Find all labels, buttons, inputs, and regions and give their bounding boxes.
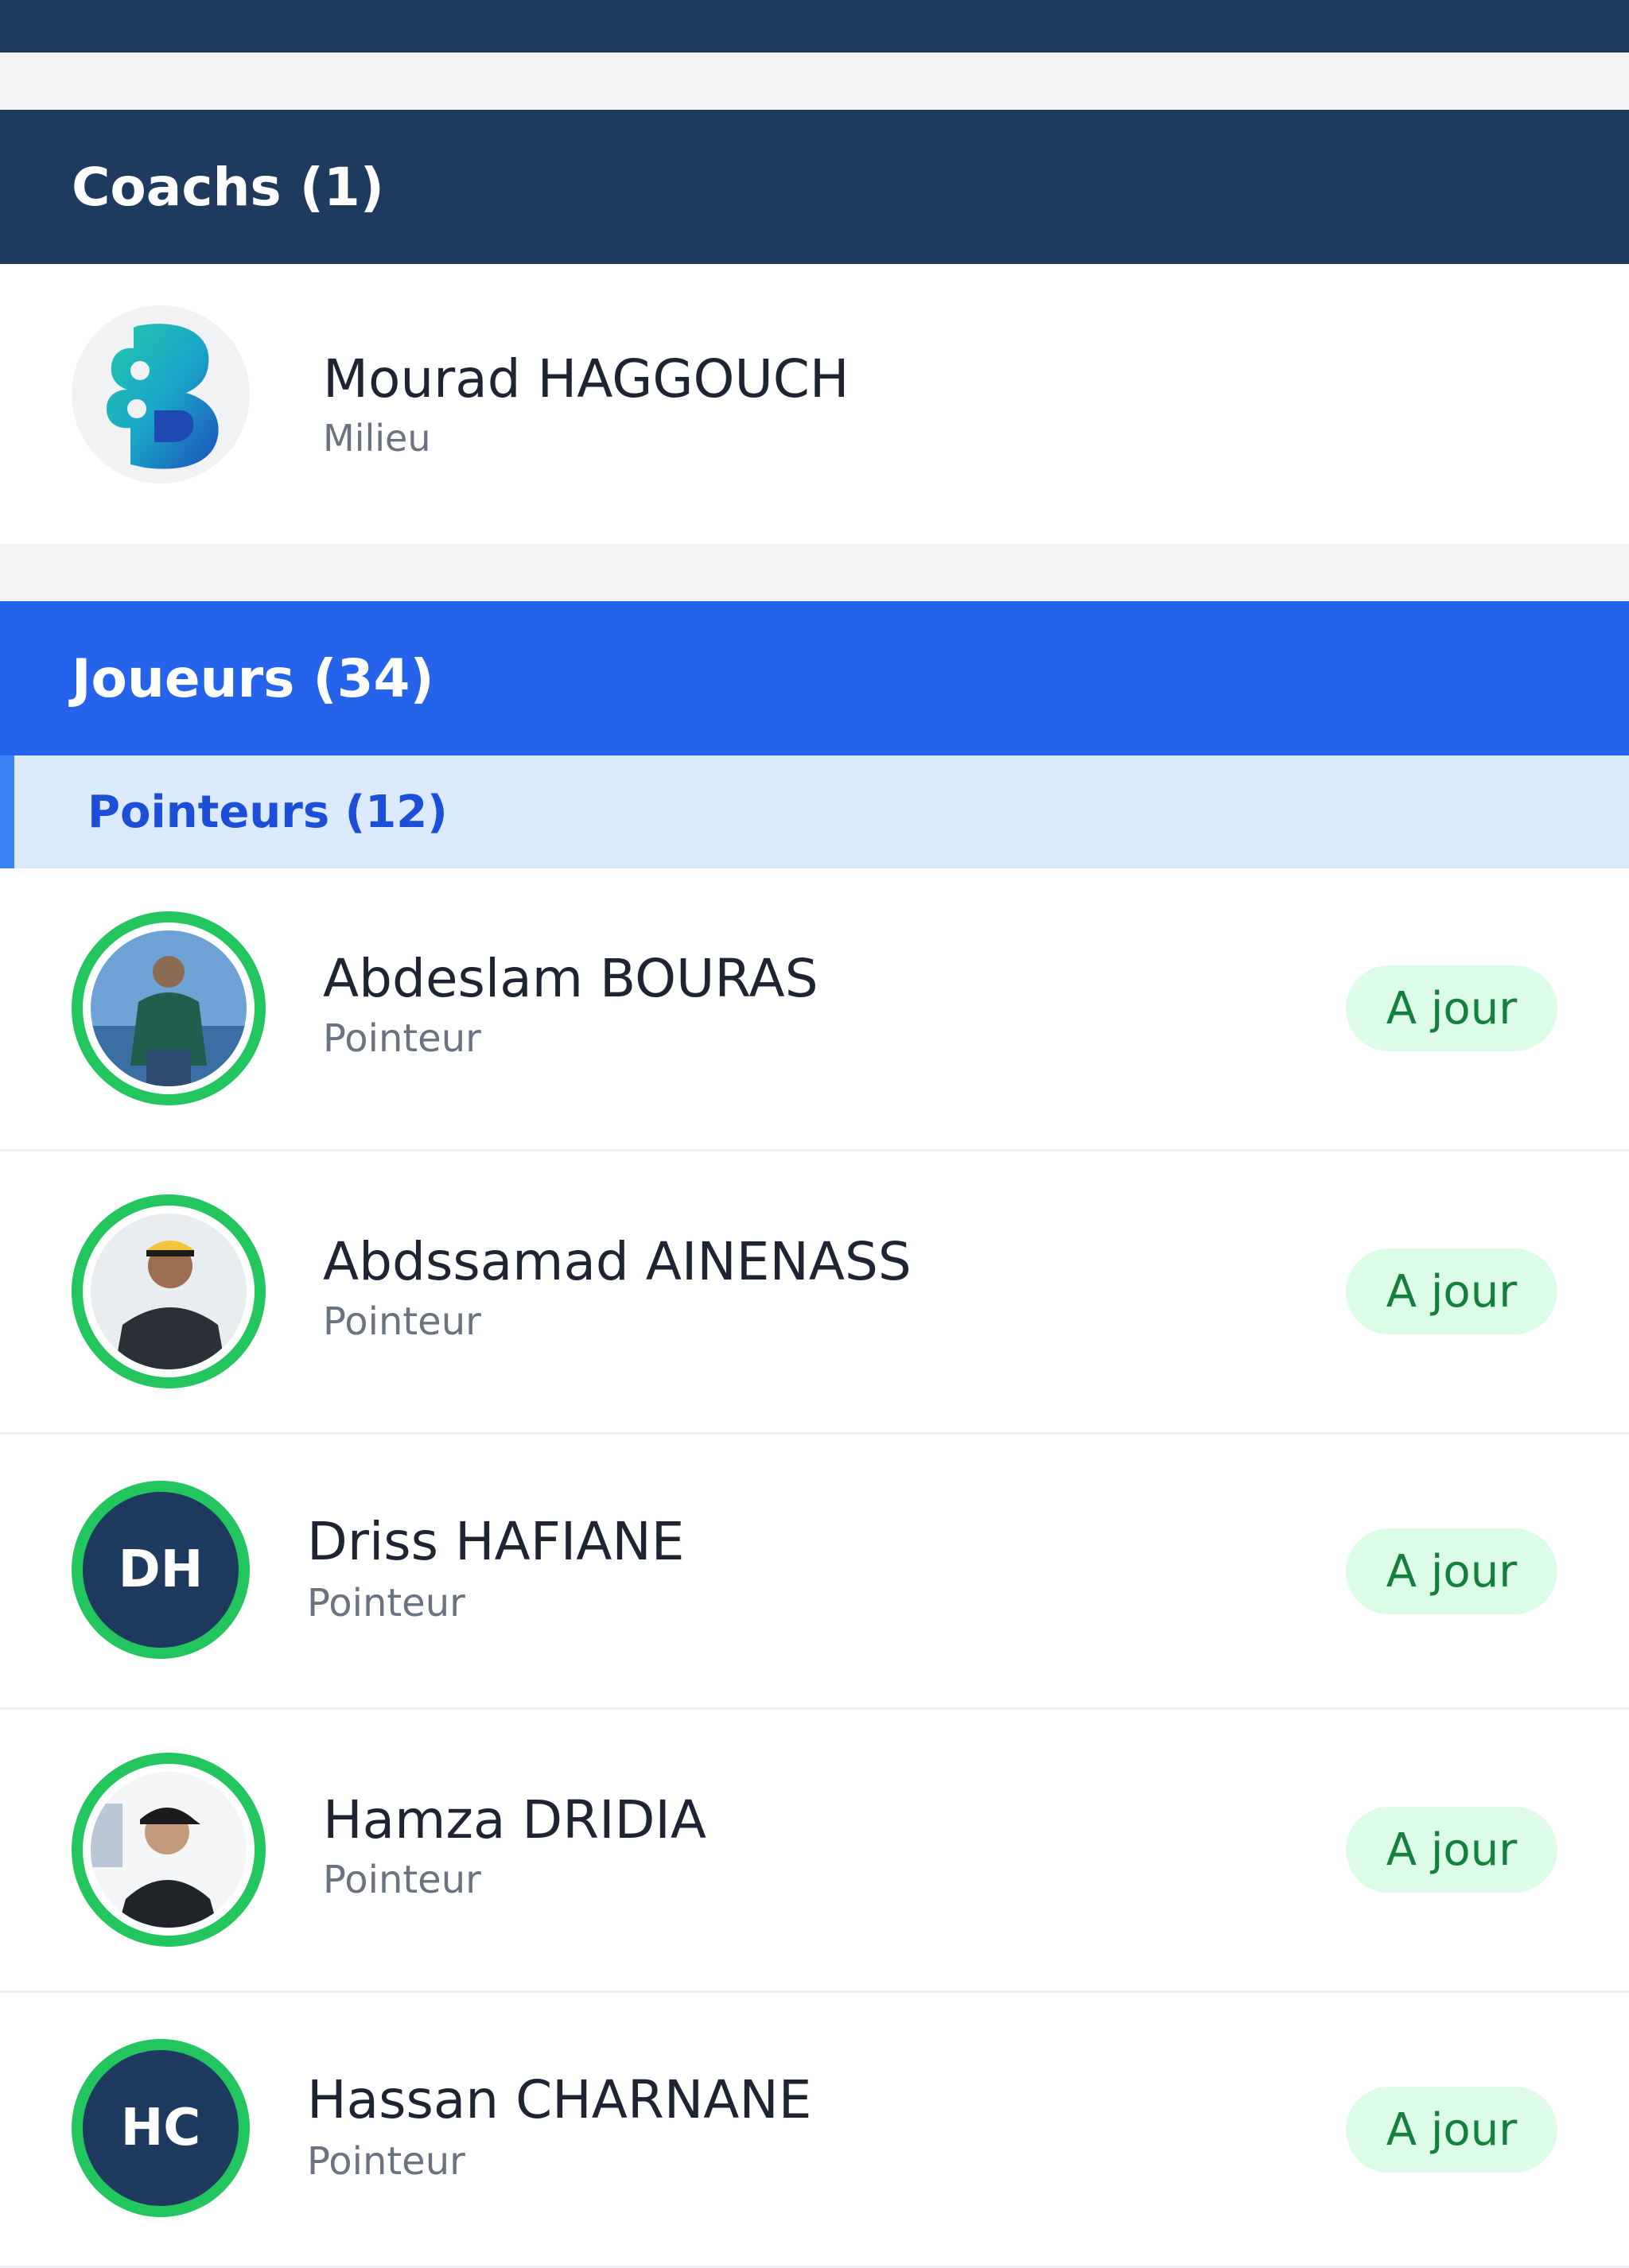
list-item[interactable]: Hamza DRIDIA Pointeur A jour xyxy=(0,1710,1629,1993)
players-header-label: Joueurs (34) xyxy=(72,647,434,709)
coach-name: Mourad HAGGOUCH xyxy=(323,348,849,410)
club-logo-avatar xyxy=(72,305,250,484)
section-spacer xyxy=(0,544,1629,601)
avatar xyxy=(72,1194,266,1388)
list-item[interactable]: Abdeslam BOURAS Pointeur A jour xyxy=(0,868,1629,1151)
club-logo-icon xyxy=(107,324,219,469)
group-header-pointeurs: Pointeurs (12) xyxy=(0,755,1629,868)
coach-role: Milieu xyxy=(323,417,431,460)
list-item[interactable]: HC Hassan CHARNANE Pointeur A jour xyxy=(0,1993,1629,2268)
player-name: Abdeslam BOURAS xyxy=(323,948,818,1009)
player-photo xyxy=(91,930,247,1086)
list-item[interactable]: DH Driss HAFIANE Pointeur A jour xyxy=(0,1435,1629,1710)
section-spacer xyxy=(0,52,1629,110)
group-header-label: Pointeurs (12) xyxy=(87,786,448,838)
avatar xyxy=(72,1753,266,1947)
coaches-header-label: Coachs (1) xyxy=(72,156,384,218)
player-name: Hamza DRIDIA xyxy=(323,1789,707,1851)
players-section-header: Joueurs (34) xyxy=(0,601,1629,755)
coach-row[interactable]: Mourad HAGGOUCH Milieu xyxy=(0,264,1629,544)
coaches-section-header: Coachs (1) xyxy=(0,110,1629,264)
player-role: Pointeur xyxy=(323,1299,481,1344)
players-list: Abdeslam BOURAS Pointeur A jour Abdssama… xyxy=(0,868,1629,2268)
status-badge: A jour xyxy=(1346,1249,1557,1334)
player-role: Pointeur xyxy=(307,1581,465,1625)
player-photo xyxy=(91,1214,247,1369)
status-badge: A jour xyxy=(1346,1528,1557,1614)
player-photo xyxy=(91,1772,247,1928)
list-item[interactable]: Abdssamad AINENASS Pointeur A jour xyxy=(0,1151,1629,1435)
status-badge: A jour xyxy=(1346,965,1557,1051)
avatar-initials: DH xyxy=(72,1481,250,1659)
player-name: Abdssamad AINENASS xyxy=(323,1231,912,1292)
status-badge: A jour xyxy=(1346,1807,1557,1893)
player-role: Pointeur xyxy=(323,1858,481,1902)
player-role: Pointeur xyxy=(307,2139,465,2184)
player-name: Driss HAFIANE xyxy=(307,1511,685,1572)
top-bar xyxy=(0,0,1629,52)
player-role: Pointeur xyxy=(323,1016,481,1061)
avatar xyxy=(72,911,266,1105)
status-badge: A jour xyxy=(1346,2087,1557,2173)
avatar-initials: HC xyxy=(72,2039,250,2217)
player-name: Hassan CHARNANE xyxy=(307,2069,812,2130)
